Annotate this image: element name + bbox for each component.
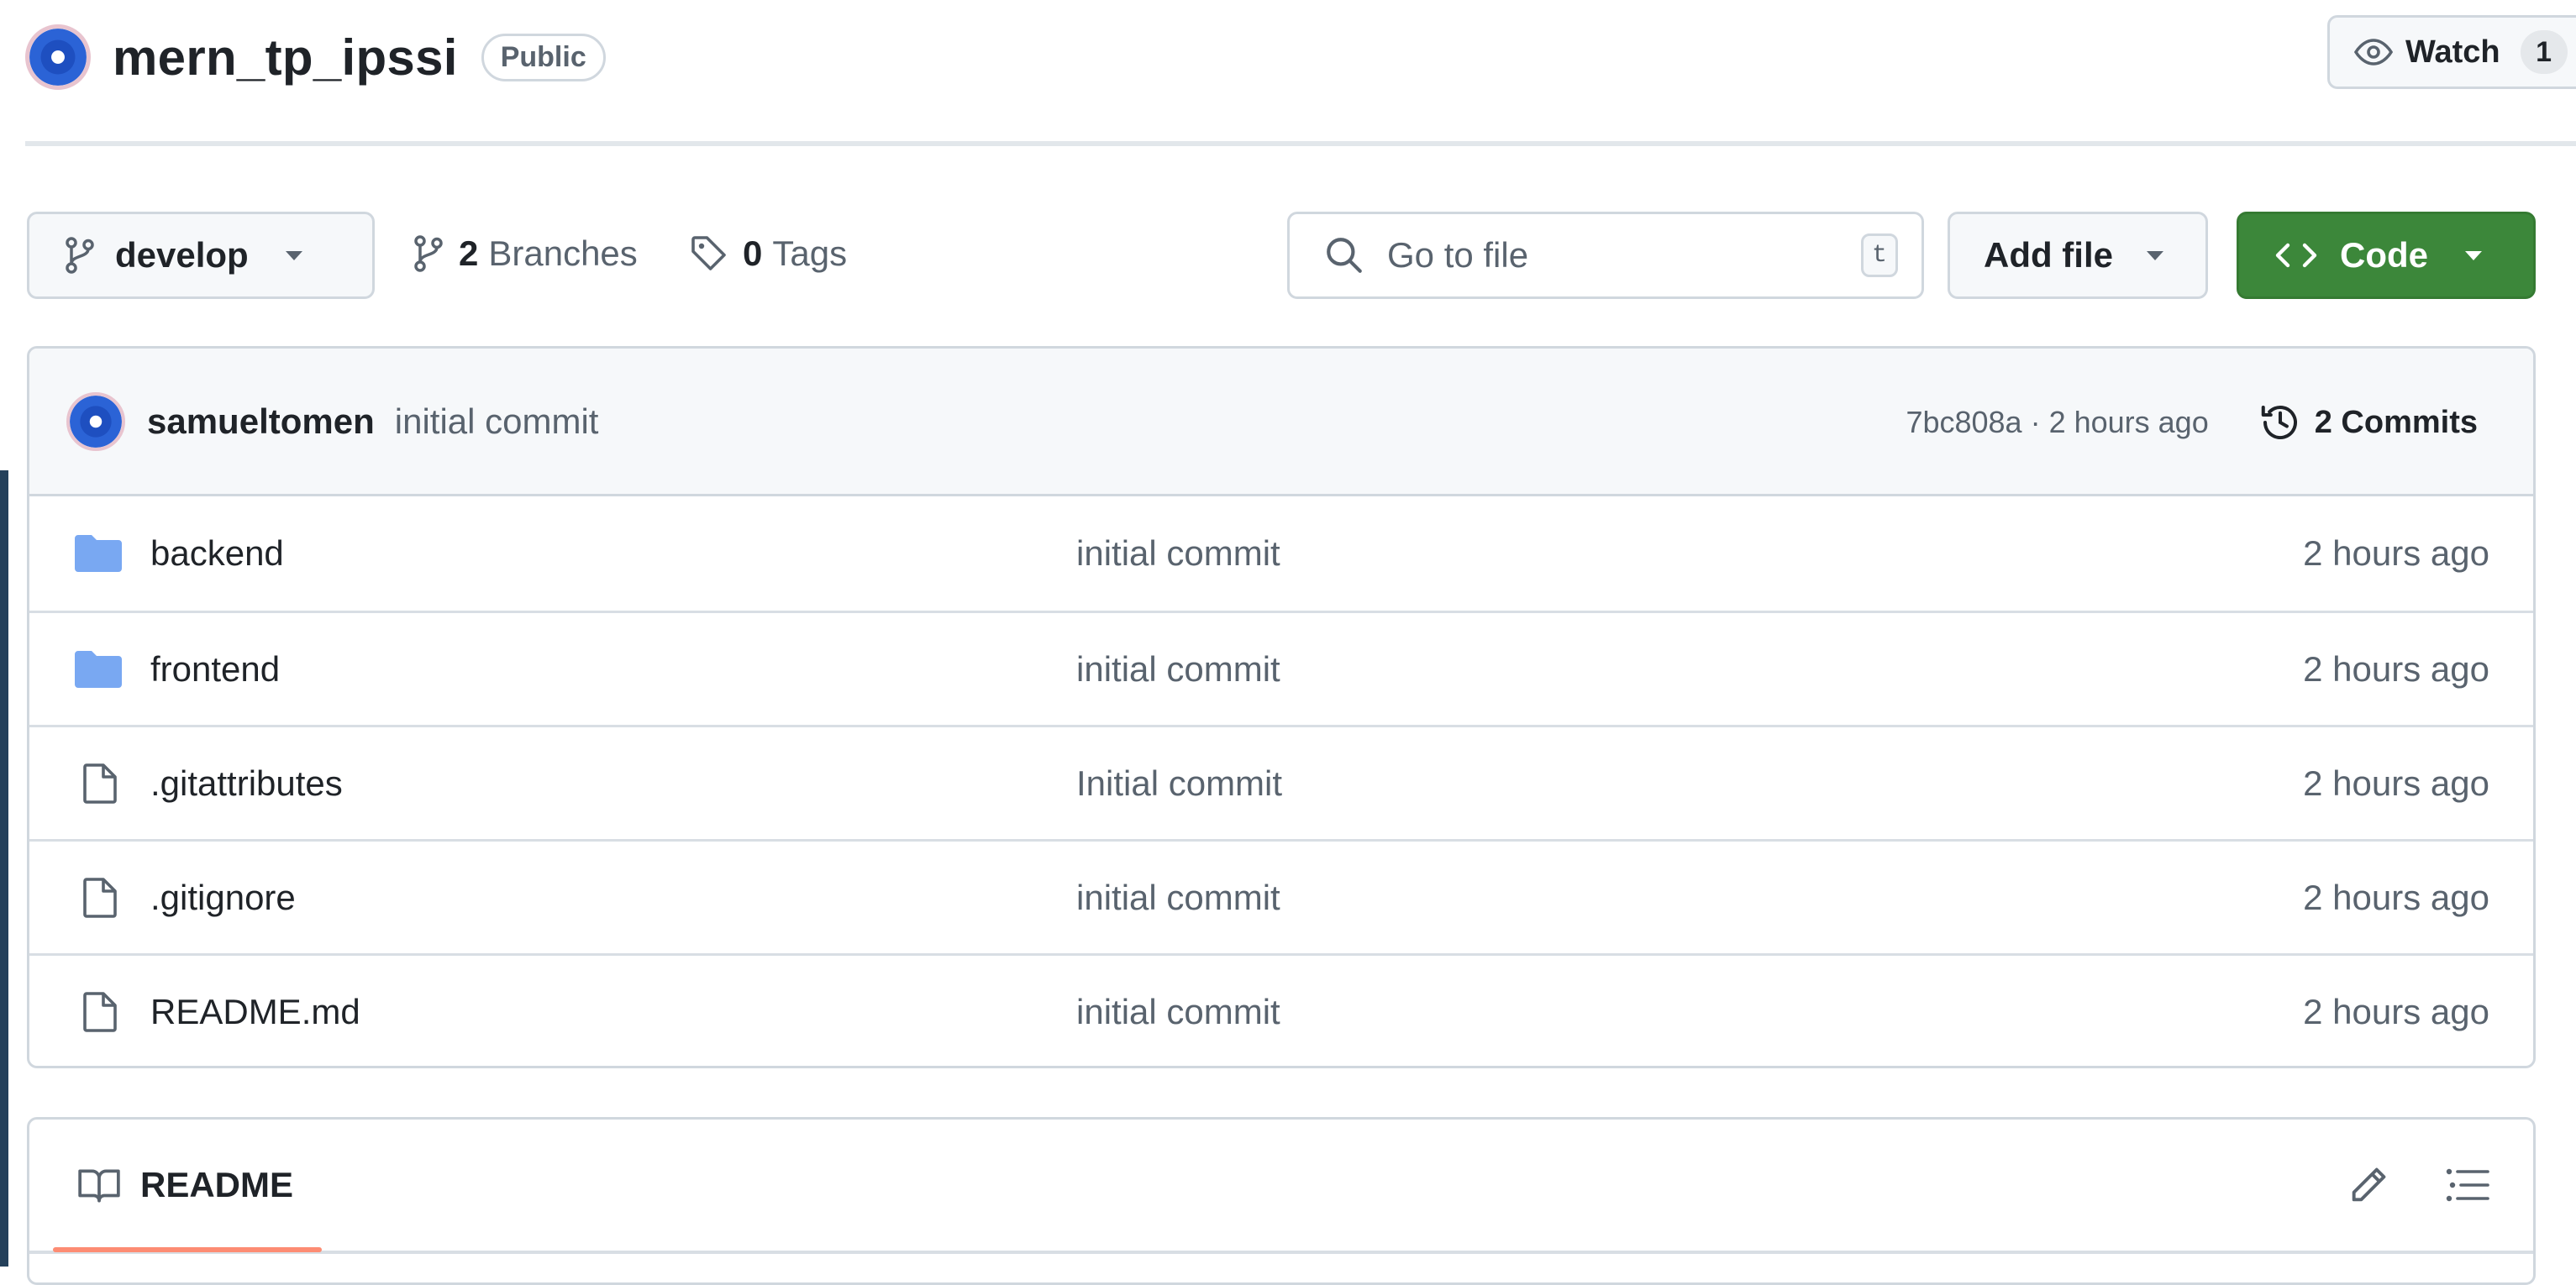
- tags-label: Tags: [772, 233, 848, 273]
- watch-label: Watch: [2405, 34, 2500, 70]
- git-branch-icon: [66, 237, 94, 274]
- repo-toolbar: develop 2 Branches 0 Tags t Add file: [27, 212, 2536, 302]
- readme-tab[interactable]: README: [76, 1165, 293, 1205]
- file-browser: samueltomen initial commit 7bc808a · 2 h…: [27, 346, 2536, 1068]
- file-name-link[interactable]: backend: [150, 533, 284, 574]
- add-file-button[interactable]: Add file: [1948, 212, 2208, 299]
- file-row[interactable]: README.md initial commit 2 hours ago: [29, 953, 2533, 1066]
- left-edge-panel: [0, 470, 8, 1267]
- code-label: Code: [2340, 235, 2428, 275]
- list-outline-icon[interactable]: [2444, 1167, 2491, 1204]
- readme-tab-label: README: [140, 1165, 294, 1204]
- file-icon: [73, 763, 124, 805]
- commit-message[interactable]: initial commit: [395, 401, 599, 442]
- file-commit-message[interactable]: Initial commit: [1076, 763, 1282, 804]
- commit-author[interactable]: samueltomen: [147, 401, 375, 442]
- file-row[interactable]: frontend initial commit 2 hours ago: [29, 611, 2533, 725]
- file-commit-date: 2 hours ago: [2303, 991, 2489, 1031]
- commit-sha-time[interactable]: 7bc808a · 2 hours ago: [1906, 405, 2208, 440]
- watch-count: 1: [2520, 30, 2568, 74]
- file-list: backend initial commit 2 hours ago frontend…: [29, 496, 2533, 1066]
- branches-link[interactable]: 2 Branches: [412, 233, 638, 274]
- code-button[interactable]: Code: [2237, 212, 2536, 299]
- branches-count: 2: [459, 233, 479, 273]
- code-brackets-icon: [2275, 243, 2317, 268]
- file-row[interactable]: .gitattributes Initial commit 2 hours ago: [29, 725, 2533, 839]
- watch-button[interactable]: Watch 1: [2327, 15, 2576, 89]
- folder-icon: [73, 532, 124, 574]
- git-branch-icon: [414, 235, 443, 272]
- pencil-icon[interactable]: [2347, 1163, 2390, 1207]
- file-commit-message[interactable]: initial commit: [1076, 992, 1280, 1032]
- file-commit-message[interactable]: initial commit: [1076, 878, 1280, 918]
- readme-tab-active-indicator: [53, 1247, 322, 1252]
- file-name-link[interactable]: README.md: [150, 992, 360, 1032]
- file-icon: [73, 877, 124, 919]
- eye-icon: [2353, 39, 2394, 66]
- file-row[interactable]: backend initial commit 2 hours ago: [29, 496, 2533, 611]
- folder-icon: [73, 648, 124, 690]
- history-icon: [2261, 405, 2297, 440]
- keyboard-shortcut-hint: t: [1861, 233, 1898, 277]
- readme-panel: README: [27, 1117, 2536, 1285]
- readme-tab-divider: [29, 1251, 2533, 1254]
- tags-count: 0: [743, 233, 763, 273]
- repo-name[interactable]: mern_tp_ipssi: [113, 29, 458, 87]
- visibility-badge: Public: [481, 33, 606, 81]
- search-icon: [1327, 238, 1362, 273]
- tags-link[interactable]: 0 Tags: [689, 233, 847, 274]
- owner-avatar[interactable]: [25, 24, 91, 90]
- file-commit-date: 2 hours ago: [2303, 533, 2489, 573]
- chevron-down-icon: [2147, 250, 2163, 260]
- header-divider: [25, 141, 2576, 146]
- file-name-link[interactable]: .gitignore: [150, 878, 296, 918]
- go-to-file-input[interactable]: [1385, 234, 1826, 276]
- tag-icon: [691, 236, 726, 270]
- book-icon: [78, 1169, 120, 1203]
- chevron-down-icon: [2465, 250, 2482, 260]
- latest-commit-bar: samueltomen initial commit 7bc808a · 2 h…: [29, 349, 2533, 496]
- branch-selector-button[interactable]: develop: [27, 212, 375, 299]
- commits-count-label: 2 Commits: [2314, 404, 2478, 440]
- go-to-file-search[interactable]: t: [1287, 212, 1924, 299]
- commit-author-avatar[interactable]: [66, 391, 125, 451]
- file-icon: [73, 991, 124, 1033]
- add-file-label: Add file: [1984, 235, 2113, 275]
- file-row[interactable]: .gitignore initial commit 2 hours ago: [29, 839, 2533, 953]
- file-name-link[interactable]: frontend: [150, 649, 280, 690]
- chevron-down-icon: [285, 250, 302, 260]
- branch-name: develop: [115, 235, 249, 275]
- commit-meta: 7bc808a · 2 hours ago 2 Commits: [1906, 349, 2478, 496]
- file-commit-date: 2 hours ago: [2303, 763, 2489, 803]
- commits-history-link[interactable]: 2 Commits: [2258, 400, 2478, 445]
- file-commit-message[interactable]: initial commit: [1076, 533, 1280, 574]
- file-commit-date: 2 hours ago: [2303, 877, 2489, 917]
- file-commit-date: 2 hours ago: [2303, 648, 2489, 689]
- file-commit-message[interactable]: initial commit: [1076, 649, 1280, 690]
- file-name-link[interactable]: .gitattributes: [150, 763, 343, 804]
- branches-label: Branches: [488, 233, 638, 273]
- repo-header: mern_tp_ipssi Public Watch 1: [25, 15, 2576, 99]
